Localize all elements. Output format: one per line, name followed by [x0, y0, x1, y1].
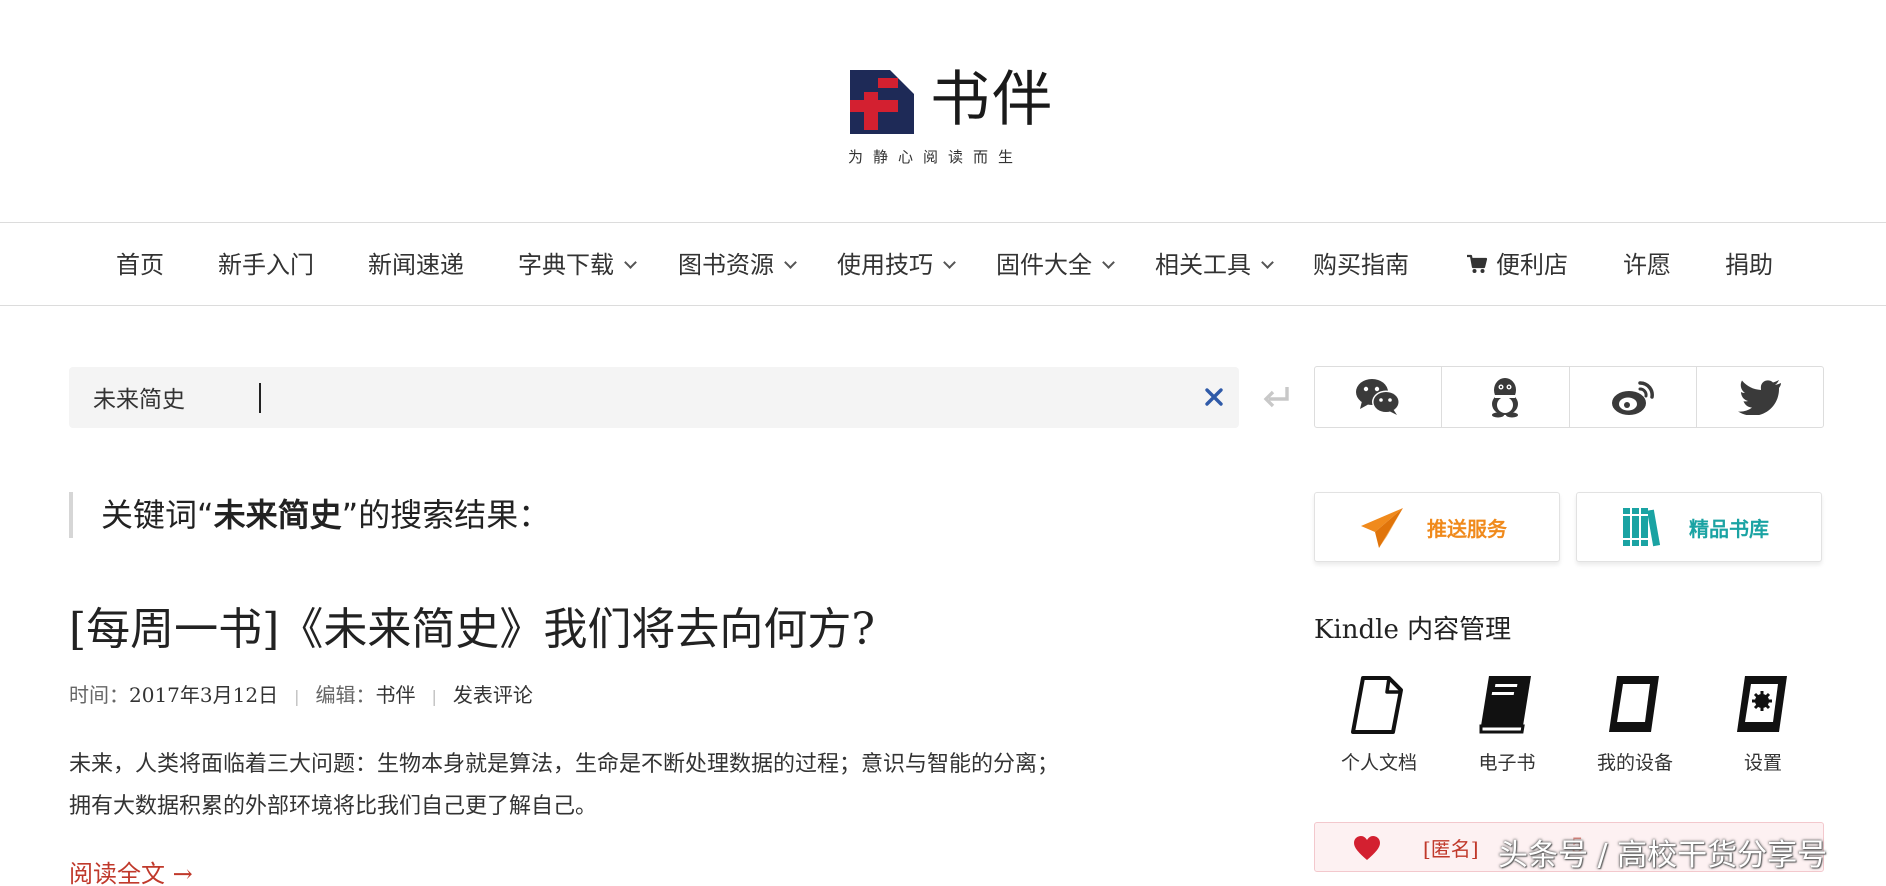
nav-item-news[interactable]: 新闻速递	[368, 245, 464, 285]
heading-suffix: ”的搜索结果：	[341, 496, 551, 534]
nav-item-label: 新手入门	[218, 251, 314, 279]
push-service-label: 推送服务	[1427, 516, 1507, 541]
nav-item-beginner[interactable]: 新手入门	[218, 245, 314, 285]
read-more-link[interactable]: 阅读全文 →	[69, 856, 193, 886]
meta-divider: |	[294, 687, 300, 706]
push-service-button[interactable]: 推送服务	[1314, 492, 1560, 562]
article-excerpt: 未来，人类将面临着三大问题：生物本身就是算法，生命是不断处理数据的过程；意识与智…	[69, 744, 1239, 828]
cart-icon	[1467, 254, 1488, 273]
search-bar	[69, 367, 1289, 428]
settings-icon	[1737, 676, 1787, 732]
chevron-down-icon	[1102, 256, 1115, 269]
site-tagline: 为静心阅读而生	[848, 148, 1024, 166]
kindle-item-label: 我的设备	[1596, 752, 1673, 774]
chevron-down-icon	[624, 256, 637, 269]
chevron-down-icon	[784, 256, 797, 269]
date-label: 时间：	[69, 683, 129, 707]
paper-plane-icon	[1361, 508, 1403, 548]
watermark: 头条号 / 高校干货分享号	[1498, 838, 1828, 873]
nav-item-books[interactable]: 图书资源	[678, 245, 797, 285]
nav-item-wish[interactable]: 许愿	[1623, 245, 1671, 285]
nav-item-home[interactable]: 首页	[116, 245, 164, 285]
kindle-item-label: 电子书	[1478, 752, 1536, 774]
nav-item-firmware[interactable]: 固件大全	[996, 245, 1115, 285]
kindle-section-title: Kindle 内容管理	[1314, 615, 1512, 645]
comment-link[interactable]: 发表评论	[453, 683, 533, 707]
search-results-heading: 关键词“未来简史”的搜索结果：	[69, 492, 550, 538]
close-icon[interactable]	[1202, 385, 1226, 409]
wechat-button[interactable]	[1315, 367, 1443, 427]
nav-item-tips[interactable]: 使用技巧	[837, 245, 956, 285]
kindle-ebooks[interactable]: 电子书	[1442, 670, 1572, 780]
document-icon	[1351, 676, 1403, 734]
nav-item-label: 便利店	[1496, 251, 1568, 279]
nav-item-label: 购买指南	[1313, 251, 1409, 279]
search-keyword: 未来简史	[213, 496, 342, 534]
site-logo[interactable]: 书伴 为静心阅读而生	[848, 65, 1052, 170]
device-icon	[1609, 676, 1659, 732]
social-share-bar	[1314, 366, 1824, 428]
article-editor[interactable]: 书伴	[375, 683, 415, 707]
nav-item-label: 图书资源	[678, 251, 774, 279]
nav-item-donate[interactable]: 捐助	[1725, 245, 1773, 285]
site-name: 书伴	[930, 65, 1054, 135]
twitter-icon	[1737, 380, 1781, 415]
nav-item-dictionary[interactable]: 字典下载	[518, 245, 637, 285]
nav-item-label: 首页	[116, 251, 164, 279]
chevron-down-icon	[1261, 256, 1274, 269]
nav-item-buying-guide[interactable]: 购买指南	[1313, 245, 1409, 285]
premium-library-label: 精品书库	[1689, 516, 1769, 541]
kindle-item-label: 个人文档	[1340, 752, 1417, 774]
heart-icon	[1354, 836, 1380, 860]
logo-mark-icon	[850, 70, 914, 134]
weibo-button[interactable]	[1570, 367, 1697, 427]
nav-item-label: 使用技巧	[837, 251, 933, 279]
kindle-my-devices[interactable]: 我的设备	[1570, 670, 1700, 780]
books-icon	[1623, 508, 1661, 547]
meta-divider: |	[431, 687, 437, 706]
article-date: 2017年3月12日	[129, 683, 279, 707]
main-nav: 首页 新手入门 新闻速递 字典下载 图书资源 使用技巧 固件大全 相关工具 购买…	[0, 222, 1886, 306]
ebook-icon	[1479, 676, 1531, 734]
twitter-button[interactable]	[1697, 367, 1823, 427]
wechat-icon	[1356, 379, 1401, 415]
nav-item-label: 固件大全	[996, 251, 1092, 279]
chevron-down-icon	[943, 256, 956, 269]
kindle-settings[interactable]: 设置	[1698, 670, 1828, 780]
kindle-personal-docs[interactable]: 个人文档	[1314, 670, 1444, 780]
enter-icon[interactable]	[1261, 383, 1293, 411]
kindle-item-label: 设置	[1743, 752, 1782, 774]
heading-prefix: 关键词“	[101, 496, 214, 534]
premium-library-button[interactable]: 精品书库	[1576, 492, 1822, 562]
article-meta: 时间：2017年3月12日 | 编辑：书伴 | 发表评论	[69, 680, 533, 712]
article-title[interactable]: [每周一书]《未来简史》我们将去向何方?	[69, 600, 875, 660]
weibo-icon	[1611, 381, 1654, 415]
editor-label: 编辑：	[315, 683, 376, 707]
nav-item-label: 相关工具	[1155, 251, 1251, 279]
nav-item-store[interactable]: 便利店	[1466, 245, 1568, 285]
search-input[interactable]	[93, 377, 1053, 417]
nav-item-label: 许愿	[1623, 251, 1671, 279]
text-caret	[259, 383, 261, 413]
qq-icon	[1492, 378, 1519, 418]
nav-item-tools[interactable]: 相关工具	[1155, 245, 1274, 285]
nav-item-label: 字典下载	[518, 251, 614, 279]
wish-author: [匿名]	[1423, 837, 1479, 861]
excerpt-line: 未来，人类将面临着三大问题：生物本身就是算法，生命是不断处理数据的过程；意识与智…	[69, 752, 1060, 777]
qq-button[interactable]	[1442, 367, 1570, 427]
nav-item-label: 捐助	[1725, 251, 1773, 279]
excerpt-line: 拥有大数据积累的外部环境将比我们自己更了解自己。	[69, 794, 598, 819]
nav-item-label: 新闻速递	[368, 251, 464, 279]
